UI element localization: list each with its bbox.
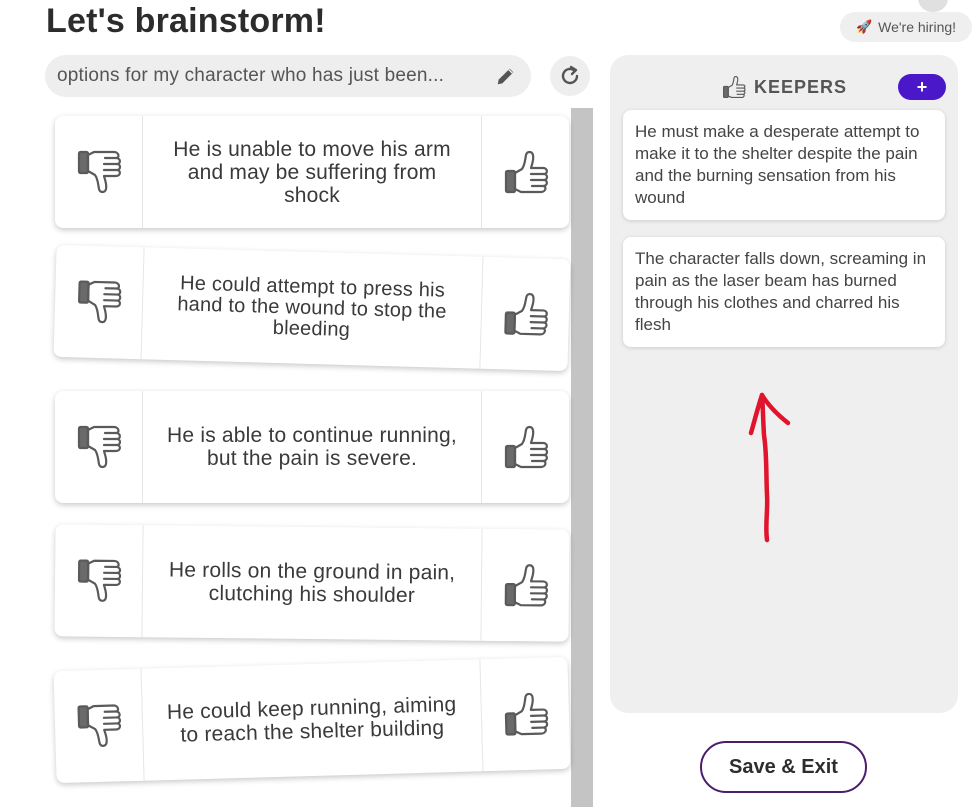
thumbs-up-button[interactable] xyxy=(480,528,570,642)
save-exit-button[interactable]: Save & Exit xyxy=(700,741,867,793)
idea-card: He rolls on the ground in pain, clutchin… xyxy=(54,524,570,642)
thumbs-down-button[interactable] xyxy=(53,244,145,360)
thumbs-down-icon xyxy=(77,559,121,603)
idea-text: He is unable to move his arm and may be … xyxy=(173,137,451,207)
idea-card: He could keep running, aiming to reach t… xyxy=(53,656,571,784)
thumbs-down-icon xyxy=(77,425,121,469)
hiring-badge[interactable]: 🚀 We're hiring! xyxy=(840,12,972,42)
thumbs-up-button[interactable] xyxy=(479,256,571,372)
thumbs-up-icon xyxy=(503,292,549,336)
thumbs-down-icon xyxy=(77,150,121,194)
top-blob-decoration xyxy=(918,0,948,12)
idea-text: He rolls on the ground in pain, clutchin… xyxy=(168,558,456,608)
idea-card: He is unable to move his arm and may be … xyxy=(55,116,569,228)
idea-card: He is able to continue running, but the … xyxy=(55,391,569,503)
keepers-title: KEEPERS xyxy=(754,76,848,97)
thumbs-up-button[interactable] xyxy=(481,116,569,228)
keepers-header: KEEPERS xyxy=(722,75,847,99)
idea-card: He could attempt to press his hand to th… xyxy=(53,244,571,372)
prompt-bar[interactable]: options for my character who has just be… xyxy=(45,55,531,97)
ideas-scrollbar[interactable] xyxy=(571,108,593,807)
refresh-icon xyxy=(561,65,579,85)
thumbs-down-button[interactable] xyxy=(55,116,143,228)
thumbs-down-icon xyxy=(76,280,122,324)
hiring-label: We're hiring! xyxy=(878,19,957,35)
idea-text: He could attempt to press his hand to th… xyxy=(177,271,447,341)
keeper-card[interactable]: The character falls down, screaming in p… xyxy=(623,237,945,347)
keeper-card[interactable]: He must make a desperate attempt to make… xyxy=(623,110,945,220)
thumbs-down-icon xyxy=(76,704,122,748)
add-keeper-button[interactable]: + xyxy=(898,74,946,100)
annotation-arrow xyxy=(748,392,791,543)
thumbs-up-icon xyxy=(504,425,548,469)
thumbs-up-button[interactable] xyxy=(479,656,571,772)
page-title: Let's brainstorm! xyxy=(46,2,326,40)
thumbs-up-icon xyxy=(504,563,548,607)
idea-text: He is able to continue running, but the … xyxy=(167,424,457,470)
prompt-text: options for my character who has just be… xyxy=(57,65,445,86)
refresh-button[interactable] xyxy=(550,56,590,96)
pencil-icon[interactable] xyxy=(495,65,517,87)
thumbs-up-icon xyxy=(503,692,549,736)
thumbs-up-icon xyxy=(722,75,746,99)
thumbs-up-button[interactable] xyxy=(481,391,569,503)
thumbs-up-icon xyxy=(504,150,548,194)
rocket-icon: 🚀 xyxy=(855,19,873,34)
thumbs-down-button[interactable] xyxy=(55,391,143,503)
keepers-panel: KEEPERS + He must make a desperate attem… xyxy=(610,55,958,713)
thumbs-down-button[interactable] xyxy=(54,524,144,638)
thumbs-down-button[interactable] xyxy=(53,668,145,784)
idea-text: He could keep running, aiming to reach t… xyxy=(166,692,457,747)
